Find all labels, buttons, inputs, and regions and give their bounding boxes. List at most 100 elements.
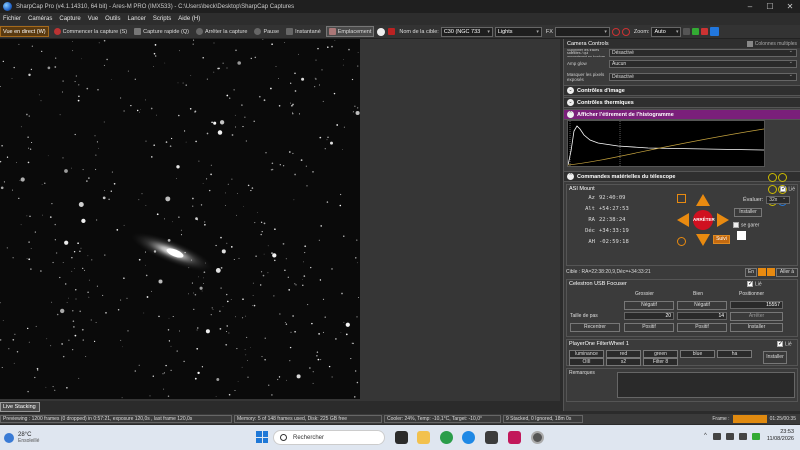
slew-east-button[interactable] bbox=[677, 213, 689, 227]
coarse-positive-button[interactable]: Positif bbox=[624, 323, 674, 332]
filter-oiii[interactable]: OIII bbox=[569, 358, 604, 366]
wifi-icon[interactable] bbox=[725, 432, 734, 440]
star bbox=[37, 369, 39, 371]
filter-luminance[interactable]: luminance bbox=[569, 350, 604, 358]
reset-icon[interactable] bbox=[701, 28, 709, 35]
goto-target-button[interactable]: Aller à bbox=[776, 267, 798, 277]
fine-step-field[interactable]: 14 bbox=[677, 312, 727, 320]
section-telescope[interactable]: ⌃ Commandes matérielles du télescope bbox=[564, 171, 800, 182]
filter-blue[interactable]: blue bbox=[680, 350, 715, 358]
satellite-select[interactable]: Désactivé bbox=[609, 48, 797, 57]
close-button[interactable]: ✕ bbox=[780, 0, 800, 13]
recenter-button[interactable]: Recentrer bbox=[570, 323, 620, 332]
frame-type-select[interactable]: Lights ▾ bbox=[494, 26, 542, 37]
multi-columns-toggle[interactable]: Colonnes multiples bbox=[746, 40, 797, 47]
section-image-controls[interactable]: ⌄ Contrôles d'image bbox=[564, 85, 800, 96]
stop-capture-button[interactable]: Arrêter la capture bbox=[194, 26, 250, 37]
chevron-up-icon[interactable]: ^ bbox=[704, 433, 707, 439]
mount-install-button[interactable]: Installer bbox=[734, 208, 762, 217]
contrast-icon[interactable] bbox=[778, 173, 787, 182]
arrow-right-icon[interactable] bbox=[758, 268, 766, 276]
record-toggle-icon[interactable] bbox=[377, 27, 386, 36]
menu-view[interactable]: Vue bbox=[88, 16, 98, 22]
filter-red[interactable]: red bbox=[606, 350, 641, 358]
display-stretch-icon[interactable] bbox=[692, 28, 700, 35]
task-view-icon[interactable] bbox=[395, 431, 408, 444]
section-histogram[interactable]: ⌃ Afficher l'étirement de l'histogramme bbox=[564, 109, 800, 120]
store-icon[interactable] bbox=[485, 431, 498, 444]
mount-linked-checkbox[interactable]: Lié bbox=[780, 185, 795, 192]
edge-icon[interactable] bbox=[462, 431, 475, 444]
start-capture-button[interactable]: Commencer la capture (S) bbox=[52, 26, 130, 37]
live-stacking-tab[interactable]: Live Stacking bbox=[0, 402, 40, 412]
fx-select[interactable]: ▾ bbox=[554, 26, 610, 37]
filter-s2[interactable]: s2 bbox=[606, 358, 641, 366]
goto-button[interactable]: En bbox=[745, 267, 757, 277]
minimize-button[interactable]: – bbox=[740, 0, 760, 13]
maximize-button[interactable]: ☐ bbox=[760, 0, 780, 13]
zoom-select[interactable]: Auto ▾ bbox=[651, 26, 682, 37]
filter-green[interactable]: green bbox=[643, 350, 678, 358]
weather-widget[interactable]: 28°C Ensoleillé bbox=[4, 432, 39, 444]
menu-run[interactable]: Lancer bbox=[128, 16, 146, 22]
filterwheel-linked-checkbox[interactable]: Lié bbox=[777, 340, 792, 347]
taskbar-search[interactable]: Rechercher bbox=[273, 430, 385, 445]
target-name-field[interactable]: C30 (NGC 733 ▾ bbox=[440, 26, 493, 37]
menu-cameras[interactable]: Caméras bbox=[28, 16, 52, 22]
arrow-down-icon[interactable] bbox=[767, 268, 775, 276]
focuser-linked-checkbox[interactable]: Lié bbox=[747, 280, 762, 287]
slew-west-button[interactable] bbox=[717, 213, 729, 227]
snapshot-button[interactable]: Instantané bbox=[284, 26, 323, 37]
chrome-icon[interactable] bbox=[440, 431, 453, 444]
file-explorer-icon[interactable] bbox=[417, 431, 430, 444]
star bbox=[178, 330, 180, 332]
live-image[interactable] bbox=[0, 39, 360, 399]
grid-overlay-icon[interactable] bbox=[611, 27, 620, 36]
app-icon[interactable] bbox=[508, 431, 521, 444]
menu-tools[interactable]: Outils bbox=[105, 16, 120, 22]
remarks-textarea[interactable] bbox=[617, 372, 795, 398]
quick-capture-button[interactable]: Capture rapide (Q) bbox=[132, 26, 191, 37]
park-checkbox[interactable]: se garer bbox=[733, 222, 759, 228]
focuser-stop-button[interactable]: Arrêter bbox=[730, 312, 783, 321]
sharpcap-taskbar-icon[interactable] bbox=[531, 431, 544, 444]
focuser-install-button[interactable]: Installer bbox=[730, 323, 783, 332]
crosshair-icon[interactable] bbox=[621, 27, 630, 36]
mount-stop-button[interactable]: ARRÊTER bbox=[693, 210, 715, 230]
spiral-search-icon[interactable] bbox=[677, 194, 686, 203]
center-icon[interactable] bbox=[677, 237, 686, 246]
battery-icon[interactable] bbox=[751, 432, 760, 440]
track-button[interactable]: Suivi bbox=[713, 235, 730, 244]
menu-scripts[interactable]: Scripts bbox=[153, 16, 171, 22]
start-button[interactable] bbox=[256, 431, 268, 443]
amp-glow-select[interactable]: Aucun bbox=[609, 59, 797, 68]
filter-8[interactable]: Filter 8 bbox=[643, 358, 678, 366]
placement-button[interactable]: Emplacement bbox=[325, 26, 375, 37]
info-icon[interactable] bbox=[768, 173, 777, 182]
filter-ha[interactable]: ha bbox=[717, 350, 752, 358]
menu-capture[interactable]: Capture bbox=[59, 16, 80, 22]
histogram-chart[interactable] bbox=[567, 120, 765, 167]
coarse-step-field[interactable]: 20 bbox=[624, 312, 674, 320]
menu-file[interactable]: Fichier bbox=[3, 16, 21, 22]
slew-north-button[interactable] bbox=[696, 194, 710, 206]
slew-rate-select[interactable]: 32x bbox=[766, 195, 791, 204]
star-icon[interactable] bbox=[737, 231, 746, 240]
menu-help[interactable]: Aide (H) bbox=[178, 16, 200, 22]
clock[interactable]: 23:53 11/08/2026 bbox=[767, 429, 794, 443]
filterwheel-install-button[interactable]: Installer bbox=[763, 351, 787, 364]
section-thermal-controls[interactable]: ⌄ Contrôles thermiques bbox=[564, 97, 800, 108]
slew-south-button[interactable] bbox=[696, 234, 710, 246]
live-view-button[interactable]: Vue en direct (W) bbox=[0, 26, 49, 37]
fine-negative-button[interactable]: Négatif bbox=[677, 301, 727, 310]
coarse-label: Grossier bbox=[635, 291, 654, 297]
volume-icon[interactable] bbox=[738, 432, 747, 440]
position-field[interactable]: 15557 bbox=[730, 301, 783, 309]
histogram-icon[interactable] bbox=[683, 28, 691, 35]
pause-button[interactable]: Pause bbox=[252, 26, 281, 37]
mask-select[interactable]: Désactivé bbox=[609, 72, 797, 81]
coarse-negative-button[interactable]: Négatif bbox=[624, 301, 674, 310]
cloud-icon[interactable] bbox=[712, 432, 721, 440]
pin-icon[interactable] bbox=[710, 27, 720, 36]
fine-positive-button[interactable]: Positif bbox=[677, 323, 727, 332]
